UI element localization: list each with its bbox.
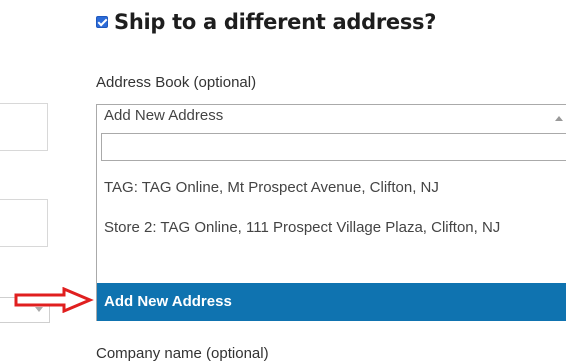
address-option-add-new[interactable]: Add New Address [97, 283, 566, 321]
address-option-tag[interactable]: TAG: TAG Online, Mt Prospect Avenue, Cli… [97, 177, 566, 199]
address-option-store-2[interactable]: Store 2: TAG Online, 111 Prospect Villag… [97, 217, 566, 239]
address-book-label: Address Book (optional) [96, 74, 257, 91]
address-book-selected-value: Add New Address [104, 107, 224, 124]
address-search-input[interactable] [101, 133, 566, 161]
company-name-label: Company name (optional) [96, 345, 269, 362]
red-arrow-annotation-icon [14, 287, 94, 313]
chevron-up-icon [555, 116, 563, 121]
address-book-select[interactable]: Add New Address [96, 104, 566, 130]
address-book-dropdown: TAG: TAG Online, Mt Prospect Avenue, Cli… [96, 129, 566, 321]
ship-different-address-heading: Ship to a different address? [96, 10, 436, 34]
partial-input-field[interactable] [0, 103, 48, 151]
ship-different-address-checkbox[interactable] [96, 16, 108, 28]
heading-text: Ship to a different address? [114, 10, 437, 34]
partial-input-field[interactable] [0, 199, 48, 247]
